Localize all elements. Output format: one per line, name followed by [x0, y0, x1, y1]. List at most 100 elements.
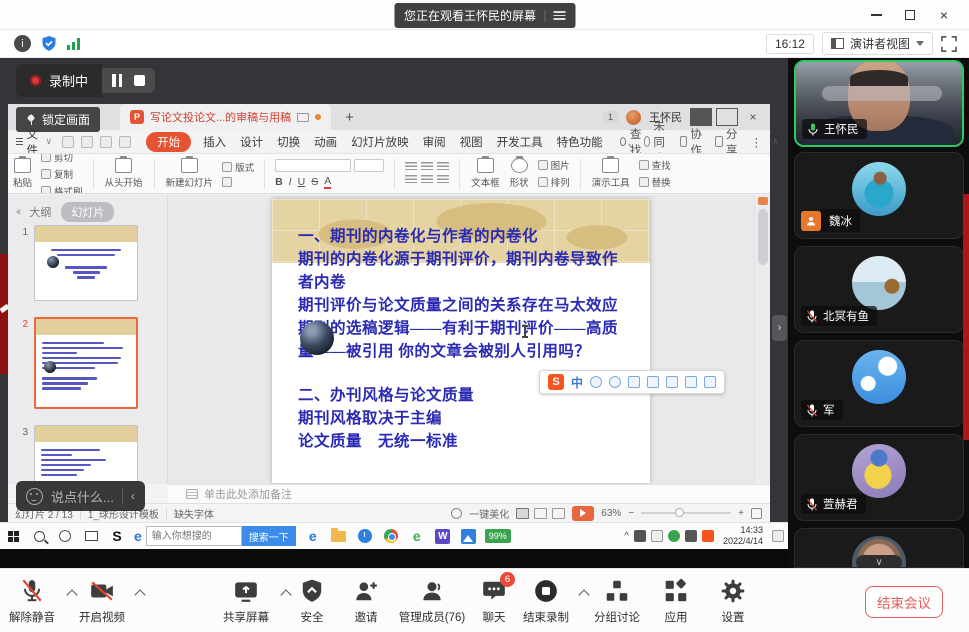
pause-recording-button[interactable] — [112, 74, 122, 87]
minimize-button[interactable] — [859, 0, 893, 30]
slides-tab[interactable]: 幻灯片 — [61, 202, 114, 222]
share-screen-button[interactable]: 共享屏幕 — [210, 578, 282, 625]
participant-tile-jun[interactable]: 军 — [794, 340, 964, 427]
zoom-level[interactable]: 63% — [601, 508, 621, 519]
tab-insert[interactable]: 插入 — [203, 134, 226, 150]
zoom-slider-thumb[interactable] — [675, 508, 684, 517]
tray-app-icon[interactable] — [668, 530, 680, 542]
ie-green-icon[interactable]: e — [404, 523, 430, 550]
punctuation-icon[interactable] — [590, 376, 602, 388]
banner-menu-icon[interactable] — [553, 9, 565, 22]
italic-button[interactable]: I — [289, 176, 292, 188]
paste-button[interactable]: 粘贴 — [13, 158, 32, 189]
keyboard-icon[interactable] — [647, 376, 659, 388]
bullet-list-icon[interactable] — [405, 162, 417, 172]
start-button[interactable] — [0, 523, 26, 550]
taskbar-clock[interactable]: 14:33 2022/4/14 — [723, 525, 763, 547]
indent-icon[interactable] — [437, 162, 449, 172]
end-meeting-button[interactable]: 结束会议 — [865, 586, 943, 618]
scrollbar-thumb[interactable] — [758, 209, 768, 265]
align-center-icon[interactable] — [421, 175, 433, 185]
clock-app-icon[interactable] — [352, 523, 378, 550]
settings-button[interactable]: 设置 — [697, 578, 769, 625]
battery-indicator[interactable]: 99% — [485, 529, 511, 543]
expand-sidebar-button[interactable]: › — [772, 315, 787, 341]
ie-icon[interactable]: e — [134, 528, 142, 544]
task-view-icon[interactable] — [78, 523, 104, 550]
toolbox-icon[interactable] — [704, 376, 716, 388]
shapes-button[interactable]: 形状 — [510, 158, 529, 189]
align-left-icon[interactable] — [405, 175, 417, 185]
handwriting-icon[interactable] — [666, 376, 678, 388]
emoji-icon[interactable] — [26, 488, 43, 505]
photos-app-icon[interactable] — [456, 523, 482, 550]
emoji-icon[interactable] — [609, 376, 621, 388]
tab-features[interactable]: 特色功能 — [557, 134, 603, 150]
fullscreen-icon[interactable] — [941, 36, 957, 52]
view-mode-dropdown[interactable]: 演讲者视图 — [822, 32, 933, 55]
notes-bar[interactable]: 单击此处添加备注 — [168, 484, 770, 503]
watching-banner[interactable]: 您正在观看王怀民的屏幕 — [394, 3, 575, 28]
tray-expand-icon[interactable]: ^ — [624, 531, 629, 542]
chinese-mode-icon[interactable]: 中 — [571, 374, 583, 391]
wps-taskbar-icon[interactable]: W — [430, 523, 456, 550]
number-list-icon[interactable] — [421, 162, 433, 172]
zoom-slider[interactable] — [641, 512, 731, 514]
chat-quick-input[interactable]: 说点什么... ‹ — [16, 481, 145, 511]
sorter-view-button[interactable] — [534, 508, 547, 519]
arrange-button[interactable]: 排列 — [538, 175, 570, 189]
ribbon-find-button[interactable]: 查找 — [639, 158, 671, 172]
layout-button[interactable]: 版式 — [222, 160, 254, 174]
stop-recording-button[interactable]: 结束录制 — [510, 578, 582, 625]
current-slide[interactable]: 一、期刊的内卷化与作者的内卷化 期刊的内卷化源于期刊评价，期刊内卷导致作者内卷 … — [272, 199, 650, 483]
participant-tile-wanghuaimin[interactable]: 王怀民 — [794, 60, 964, 147]
lock-view-button[interactable]: 锁定画面 — [16, 107, 100, 132]
underline-button[interactable]: U — [298, 176, 306, 188]
save-icon[interactable] — [62, 136, 74, 148]
replace-button[interactable]: 替换 — [639, 175, 671, 189]
new-tab-button[interactable]: + — [345, 109, 354, 126]
reading-view-button[interactable] — [552, 508, 565, 519]
fit-slide-button[interactable] — [751, 508, 762, 519]
missing-font-warning[interactable]: 缺失字体 — [174, 506, 214, 521]
start-video-button[interactable]: 开启视频 — [66, 578, 138, 625]
format-painter-button[interactable]: 格式刷 — [41, 184, 83, 195]
chat-placeholder[interactable]: 说点什么... — [51, 487, 114, 506]
tab-slideshow[interactable]: 幻灯片放映 — [351, 134, 409, 150]
collapse-panel-button[interactable]: ‹‹ — [16, 206, 19, 218]
sogou-tray-icon[interactable] — [702, 530, 714, 542]
tab-animations[interactable]: 动画 — [314, 134, 337, 150]
document-tab[interactable]: P 写论文投论文...的审稿与用稿 — [120, 104, 331, 130]
tab-design[interactable]: 设计 — [240, 134, 263, 150]
print-icon[interactable] — [81, 136, 93, 148]
more-menu-button[interactable]: ⋮ — [751, 135, 763, 149]
close-button[interactable]: × — [927, 0, 961, 30]
tab-developer[interactable]: 开发工具 — [497, 134, 543, 150]
zoom-in-button[interactable]: + — [738, 508, 744, 519]
font-name-select[interactable] — [275, 159, 351, 172]
new-slide-button[interactable]: 新建幻灯片 — [166, 158, 214, 189]
outline-tab[interactable]: 大纲 — [29, 204, 51, 220]
picture-button[interactable]: 图片 — [538, 158, 570, 172]
beautify-button[interactable]: 一键美化 — [469, 506, 509, 521]
sogou-ime-bar[interactable]: S 中 — [539, 370, 725, 394]
normal-view-button[interactable] — [516, 508, 529, 519]
copy-button[interactable]: 复制 — [41, 167, 83, 181]
strikethrough-button[interactable]: S — [311, 176, 318, 188]
slideshow-play-button[interactable] — [572, 506, 594, 521]
account-avatar[interactable] — [626, 110, 641, 125]
undo-icon[interactable] — [100, 136, 112, 148]
align-right-icon[interactable] — [437, 175, 449, 185]
cortana-icon[interactable] — [52, 523, 78, 550]
bold-button[interactable]: B — [275, 176, 283, 188]
unmute-button[interactable]: 解除静音 — [0, 578, 68, 625]
participant-tile-beiminyouyu[interactable]: 北冥有鱼 — [794, 246, 964, 333]
chat-collapse-button[interactable]: ‹ — [131, 489, 135, 503]
tab-home[interactable]: 开始 — [146, 132, 191, 152]
meeting-info-icon[interactable]: i — [14, 35, 31, 52]
chrome-icon[interactable] — [378, 523, 404, 550]
font-color-button[interactable]: A — [324, 175, 331, 189]
tab-transitions[interactable]: 切换 — [277, 134, 300, 150]
edge-icon[interactable]: e — [300, 523, 326, 550]
font-size-select[interactable] — [354, 159, 384, 172]
